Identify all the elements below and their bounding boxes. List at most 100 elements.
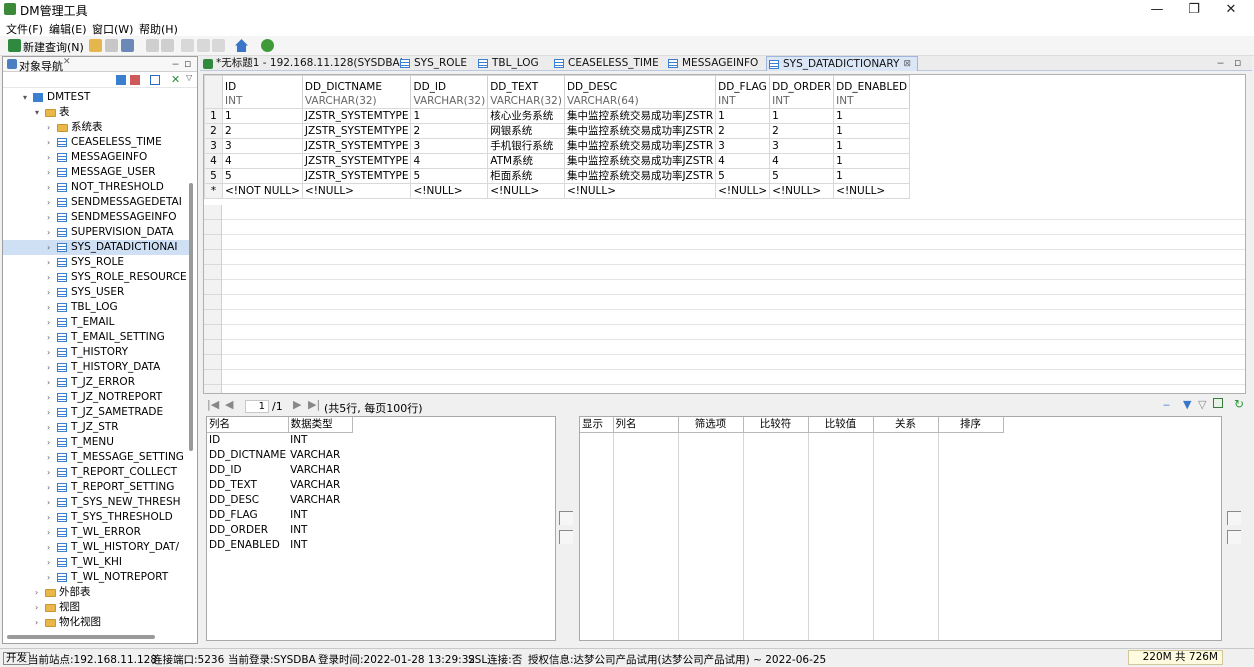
table-cell[interactable]: 1 [833,123,911,139]
refresh-icon[interactable]: ↻ [1234,397,1244,411]
table-cell[interactable]: 1 [222,108,303,124]
tree-item[interactable]: › T_WL_ERROR [3,525,189,540]
tree-item[interactable]: › 视图 [3,600,189,615]
tree-item[interactable]: › T_WL_KHI [3,555,189,570]
tree-item[interactable]: › T_HISTORY_DATA [3,360,189,375]
list-item[interactable]: DD_ORDER INT [207,522,352,537]
list-item[interactable]: DD_FLAG INT [207,507,352,522]
row-number[interactable]: * [204,183,223,199]
print-preview-icon[interactable] [161,39,174,52]
close-button[interactable]: ✕ [1214,0,1248,19]
table-cell[interactable]: <!NULL> [833,183,911,199]
filter-icon[interactable]: ▼ [1183,398,1191,411]
expand-arrow-icon[interactable]: › [35,615,38,630]
tree-vertical-scrollbar[interactable] [189,183,193,451]
filter-header[interactable]: 筛选项 [678,417,744,433]
save-all-icon[interactable] [121,39,134,52]
columns-header[interactable]: 数据类型 [288,417,353,433]
row-number[interactable]: 2 [204,123,223,139]
table-cell[interactable]: 2 [769,123,835,139]
expand-arrow-icon[interactable]: › [47,510,50,525]
prev-page-icon[interactable]: ◀ [225,398,233,411]
connect-icon[interactable] [116,75,126,85]
table-cell[interactable]: 4 [222,153,303,169]
filter-down-button[interactable] [1227,530,1241,544]
export-icon[interactable] [1213,398,1223,408]
expand-arrow-icon[interactable]: › [47,390,50,405]
column-header[interactable]: DD_DESC VARCHAR(64) [563,75,717,109]
expand-arrow-icon[interactable]: › [47,345,50,360]
tree-item[interactable]: › MESSAGEINFO [3,150,189,165]
expand-arrow-icon[interactable]: › [47,300,50,315]
table-row[interactable]: 2 2 JZSTR_SYSTEMTYPE 2 网银系统 集中监控系统交易成功率JZSTR 2… [204,123,911,139]
tree-item[interactable]: › T_EMAIL [3,315,189,330]
table-cell[interactable]: JZSTR_SYSTEMTYPE [301,153,412,169]
filter-header[interactable]: 显示 [580,417,614,433]
tree-item[interactable]: ▾ DMTEST [3,90,189,105]
table-cell[interactable]: 4 [769,153,835,169]
tab-messageinfo[interactable]: MESSAGEINFO [666,56,766,71]
filter-header[interactable]: 比较值 [808,417,874,433]
list-item[interactable]: DD_ENABLED INT [207,537,352,552]
collapse-arrow-icon[interactable]: ▾ [35,105,39,120]
tree-item[interactable]: › NOT_THRESHOLD [3,180,189,195]
filter-header[interactable]: 关系 [873,417,939,433]
collapse-arrow-icon[interactable]: ▾ [23,90,27,105]
table-cell[interactable]: 柜面系统 [487,168,565,184]
tree-item[interactable]: › MESSAGE_USER [3,165,189,180]
table-cell[interactable]: <!NULL> [715,183,771,199]
tree-item[interactable]: › T_REPORT_SETTING [3,480,189,495]
menu-edit[interactable]: 编辑(E) [49,21,87,37]
table-cell[interactable]: <!NULL> [410,183,489,199]
column-header[interactable]: DD_DICTNAME VARCHAR(32) [301,75,412,109]
move-right-button[interactable] [559,511,573,525]
close-view-icon[interactable]: ✕ [63,57,71,67]
list-item[interactable]: DD_DESC VARCHAR [207,492,352,507]
expand-arrow-icon[interactable]: › [47,150,50,165]
table-cell[interactable]: 集中监控系统交易成功率JZSTR [563,153,717,169]
table-cell[interactable]: <!NULL> [487,183,565,199]
list-item[interactable]: DD_TEXT VARCHAR [207,477,352,492]
menu-window[interactable]: 窗口(W) [92,21,133,37]
expand-arrow-icon[interactable]: › [47,120,50,135]
minimize-button[interactable]: — [1140,0,1174,19]
table-cell[interactable]: 手机银行系统 [487,138,565,154]
tree-item[interactable]: › SYS_ROLE_RESOURCE [3,270,189,285]
filter-header[interactable]: 排序 [938,417,1004,433]
tab-sys-datadictionary[interactable]: SYS_DATADICTIONARY ⊠ [766,56,918,71]
tree-item[interactable]: › T_REPORT_COLLECT [3,465,189,480]
table-cell[interactable]: JZSTR_SYSTEMTYPE [301,138,412,154]
expand-arrow-icon[interactable]: › [47,270,50,285]
expand-arrow-icon[interactable]: › [47,195,50,210]
list-item[interactable]: DD_ID VARCHAR [207,462,352,477]
table-cell[interactable]: 3 [222,138,303,154]
tree-item[interactable]: › T_HISTORY [3,345,189,360]
expand-arrow-icon[interactable]: › [47,405,50,420]
filter-up-button[interactable] [1227,511,1241,525]
expand-arrow-icon[interactable]: › [47,570,50,585]
expand-arrow-icon[interactable]: › [47,435,50,450]
disconnect-icon[interactable] [130,75,140,85]
new-query-button[interactable]: 新建查询(N) [23,39,84,55]
table-cell[interactable]: <!NULL> [769,183,835,199]
table-cell[interactable]: 4 [410,153,489,169]
column-header[interactable]: DD_ENABLED INT [833,75,911,109]
column-header[interactable]: DD_TEXT VARCHAR(32) [487,75,565,109]
filter-header[interactable]: 比较符 [743,417,809,433]
expand-arrow-icon[interactable]: › [47,375,50,390]
table-cell[interactable]: 1 [715,108,771,124]
tree-item[interactable]: › TBL_LOG [3,300,189,315]
tree-item[interactable]: › SYS_USER [3,285,189,300]
tree-item[interactable]: › T_MENU [3,435,189,450]
expand-arrow-icon[interactable]: › [47,180,50,195]
table-cell[interactable]: 5 [222,168,303,184]
column-header[interactable]: ID INT [222,75,303,109]
view-menu-icon[interactable]: ▽ [186,73,192,82]
open-folder-icon[interactable] [89,39,102,52]
expand-arrow-icon[interactable]: › [47,285,50,300]
tree-item[interactable]: › T_JZ_ERROR [3,375,189,390]
table-cell[interactable]: 3 [410,138,489,154]
expand-arrow-icon[interactable]: › [47,465,50,480]
table-row[interactable]: 3 3 JZSTR_SYSTEMTYPE 3 手机银行系统 集中监控系统交易成功率JZST… [204,138,911,154]
tree-item[interactable]: › T_JZ_NOTREPORT [3,390,189,405]
